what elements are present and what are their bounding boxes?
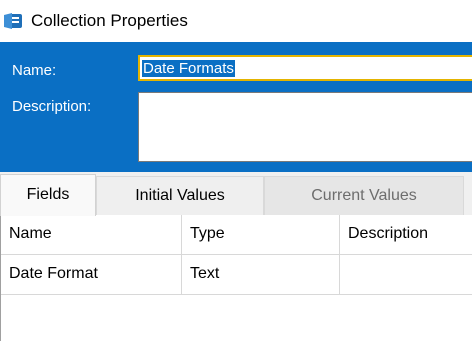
column-header-description[interactable]: Description: [340, 215, 472, 255]
properties-panel: Name: Date Formats Description:: [0, 42, 472, 172]
name-field[interactable]: Date Formats: [138, 55, 472, 81]
description-field[interactable]: [138, 92, 472, 162]
tab-strip: Fields Initial Values Current Values: [0, 172, 472, 216]
title-bar: Collection Properties: [0, 0, 472, 42]
column-header-name[interactable]: Name: [1, 215, 182, 255]
name-field-value: Date Formats: [142, 60, 235, 77]
fields-grid: Name Type Description Date Format Text: [0, 215, 472, 341]
table-row[interactable]: Date Format Text: [1, 255, 472, 295]
cell-field-type[interactable]: Text: [182, 255, 340, 295]
collection-icon: [4, 13, 22, 29]
window-title: Collection Properties: [31, 11, 188, 30]
tab-initial-values[interactable]: Initial Values: [96, 176, 264, 215]
name-label: Name:: [12, 62, 57, 79]
column-header-type[interactable]: Type: [182, 215, 340, 255]
tab-current-values: Current Values: [264, 176, 464, 215]
cell-field-name[interactable]: Date Format: [1, 255, 182, 295]
grid-header-row: Name Type Description: [1, 215, 472, 255]
tab-fields[interactable]: Fields: [0, 174, 96, 216]
description-label: Description:: [12, 98, 92, 115]
cell-field-description[interactable]: [340, 255, 472, 295]
